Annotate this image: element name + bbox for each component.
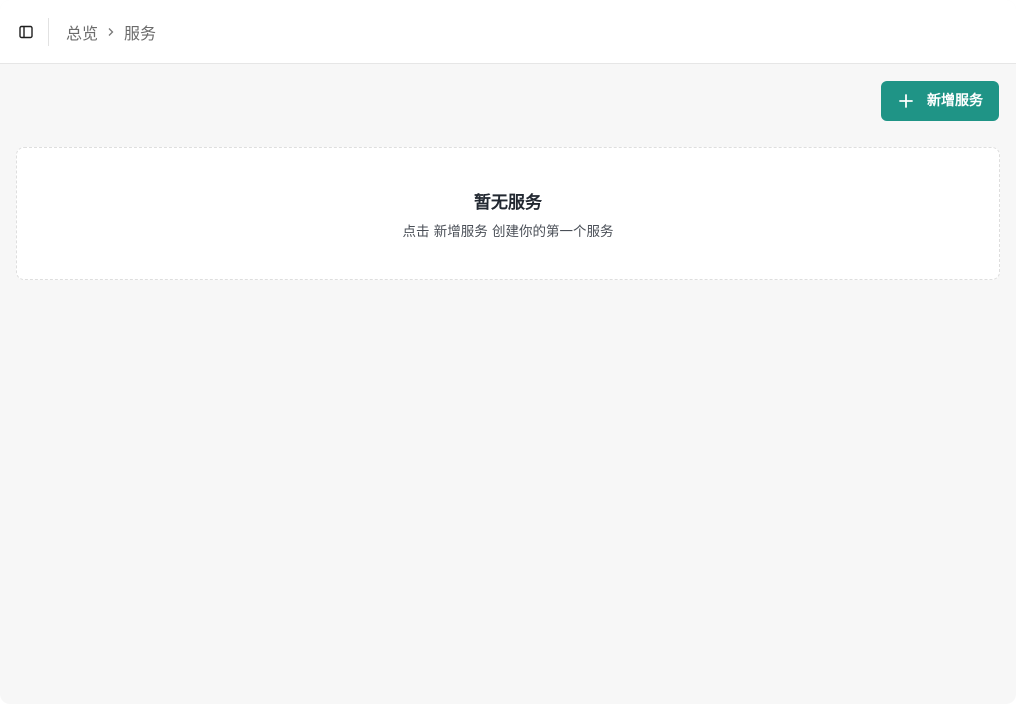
add-service-button[interactable]: 新增服务	[881, 81, 999, 121]
empty-state-title: 暂无服务	[474, 193, 542, 213]
empty-state-description: 点击 新增服务 创建你的第一个服务	[402, 224, 614, 240]
header-divider	[48, 18, 49, 46]
top-header: 总览 服务	[0, 0, 1016, 64]
app-window: 总览 服务 新增服务 暂无服务 点击 新增服务 创建你的第一个服务	[0, 0, 1016, 704]
breadcrumb: 总览 服务	[66, 20, 156, 44]
empty-state-card: 暂无服务 点击 新增服务 创建你的第一个服务	[16, 147, 1000, 280]
breadcrumb-current-services: 服务	[124, 24, 157, 43]
sidebar-panel-icon	[19, 25, 33, 39]
add-service-label: 新增服务	[927, 93, 983, 109]
sidebar-toggle-button[interactable]	[13, 19, 39, 45]
chevron-right-icon	[98, 20, 124, 44]
breadcrumb-item-overview[interactable]: 总览	[66, 20, 98, 44]
plus-icon	[899, 94, 913, 108]
